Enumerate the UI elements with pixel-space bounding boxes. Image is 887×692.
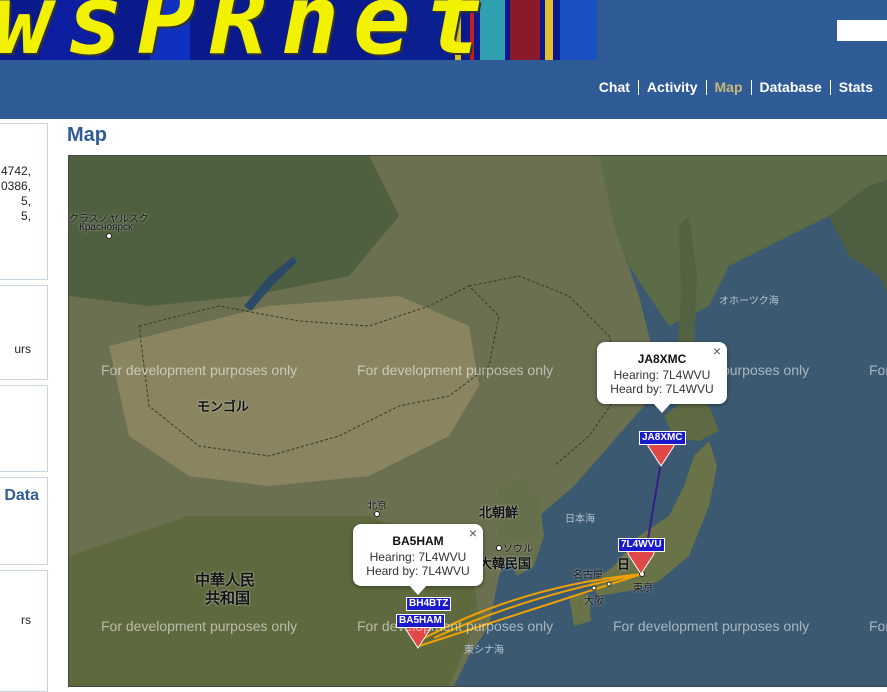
place-okhotsk: オホーツク海 (719, 296, 779, 307)
place-mongolia: モンゴル (197, 399, 250, 414)
sidebar-data-heading: Data (4, 487, 39, 504)
map-watermark: For development purposes only (101, 618, 298, 634)
map-watermark: For development purposes only (101, 362, 298, 378)
popup-ba5ham: × BA5HAM Hearing: 7L4WVU Heard by: 7L4WV… (353, 524, 483, 595)
popup-callsign: BA5HAM (392, 534, 444, 548)
sidebar-activity-text: urs (14, 342, 31, 356)
city-dot-beijing (374, 511, 380, 517)
nav-chat[interactable]: Chat (591, 79, 638, 95)
page-title: Map (67, 124, 107, 146)
popup-tail (409, 585, 427, 595)
city-dot-seoul (496, 545, 502, 551)
popup-callsign: JA8XMC (637, 352, 687, 366)
city-dot-osaka (591, 585, 597, 591)
place-beijing: 北京 (367, 501, 387, 512)
place-sea-of-japan: 日本海 (565, 514, 595, 525)
sidebar-box-stats: 4742, 0386, 5, 5, (0, 123, 48, 280)
place-north-korea: 北朝鮮 (479, 505, 519, 520)
nav-activity[interactable]: Activity (637, 79, 706, 95)
sidebar-stat-line: 4742, (0, 164, 31, 178)
nav-database[interactable]: Database (750, 79, 830, 95)
marker-label-7l4wvu[interactable]: 7L4WVU (618, 538, 665, 552)
place-nagoya: 名古屋 (573, 570, 603, 581)
marker-label-ja8xmc[interactable]: JA8XMC (639, 431, 686, 445)
sidebar-stat-line: 5, (20, 209, 31, 223)
sidebar-stat-line: 5, (20, 194, 31, 208)
city-dot-nagoya (606, 581, 612, 587)
search-input[interactable] (837, 20, 887, 41)
popup-ja8xmc: × JA8XMC Hearing: 7L4WVU Heard by: 7L4WV… (597, 342, 727, 413)
main-nav: Chat Activity Map Database Stats (591, 78, 881, 96)
sidebar-box-recent: rs (0, 570, 48, 692)
map-basemap (69, 156, 887, 686)
map-view[interactable]: For development purposes only For develo… (68, 155, 887, 687)
place-east-china-sea: 東シナ海 (464, 645, 504, 656)
city-dot-krasnoyarsk (106, 233, 112, 239)
popup-close-button[interactable]: × (469, 525, 477, 541)
place-tokyo: 東京 (633, 583, 653, 594)
sidebar-recent-text: rs (21, 613, 31, 627)
nav-map[interactable]: Map (705, 79, 751, 95)
land-honshu (589, 441, 717, 596)
place-south-korea: 大韓民国 (479, 556, 532, 571)
place-osaka: 大阪 (584, 596, 604, 607)
map-watermark: For development purposes only (869, 362, 887, 378)
sidebar-box-activity: urs (0, 285, 48, 380)
place-china-line2: 共和国 (205, 590, 251, 607)
marker-label-bh4btz[interactable]: BH4BTZ (406, 597, 452, 611)
nav-stats[interactable]: Stats (829, 79, 881, 95)
map-watermark: For development purposes only (869, 618, 887, 634)
site-header: wsPRnet Chat Activity Map Database Stats (0, 0, 887, 119)
sidebar-box-data: Data (0, 477, 48, 565)
popup-tail (653, 403, 671, 413)
popup-hearing: Hearing: 7L4WVU (369, 550, 467, 564)
popup-hearing: Hearing: 7L4WVU (613, 368, 711, 382)
map-watermark: For development purposes only (357, 618, 554, 634)
marker-label-ba5ham[interactable]: BA5HAM (396, 614, 445, 628)
place-krasnoyarsk-ru: Красноярск (79, 222, 133, 233)
popup-close-button[interactable]: × (713, 343, 721, 359)
map-watermark: For development purposes only (357, 362, 554, 378)
popup-heard-by: Heard by: 7L4WVU (366, 564, 470, 578)
site-logo-text: wsPRnet (0, 0, 497, 60)
map-watermark: For development purposes only (613, 618, 810, 634)
popup-heard-by: Heard by: 7L4WVU (610, 382, 714, 396)
sidebar-stat-line: 0386, (0, 179, 31, 193)
sidebar-box-empty (0, 385, 48, 472)
place-japan: 日 (617, 557, 631, 572)
site-logo-banner[interactable]: wsPRnet (0, 0, 597, 60)
